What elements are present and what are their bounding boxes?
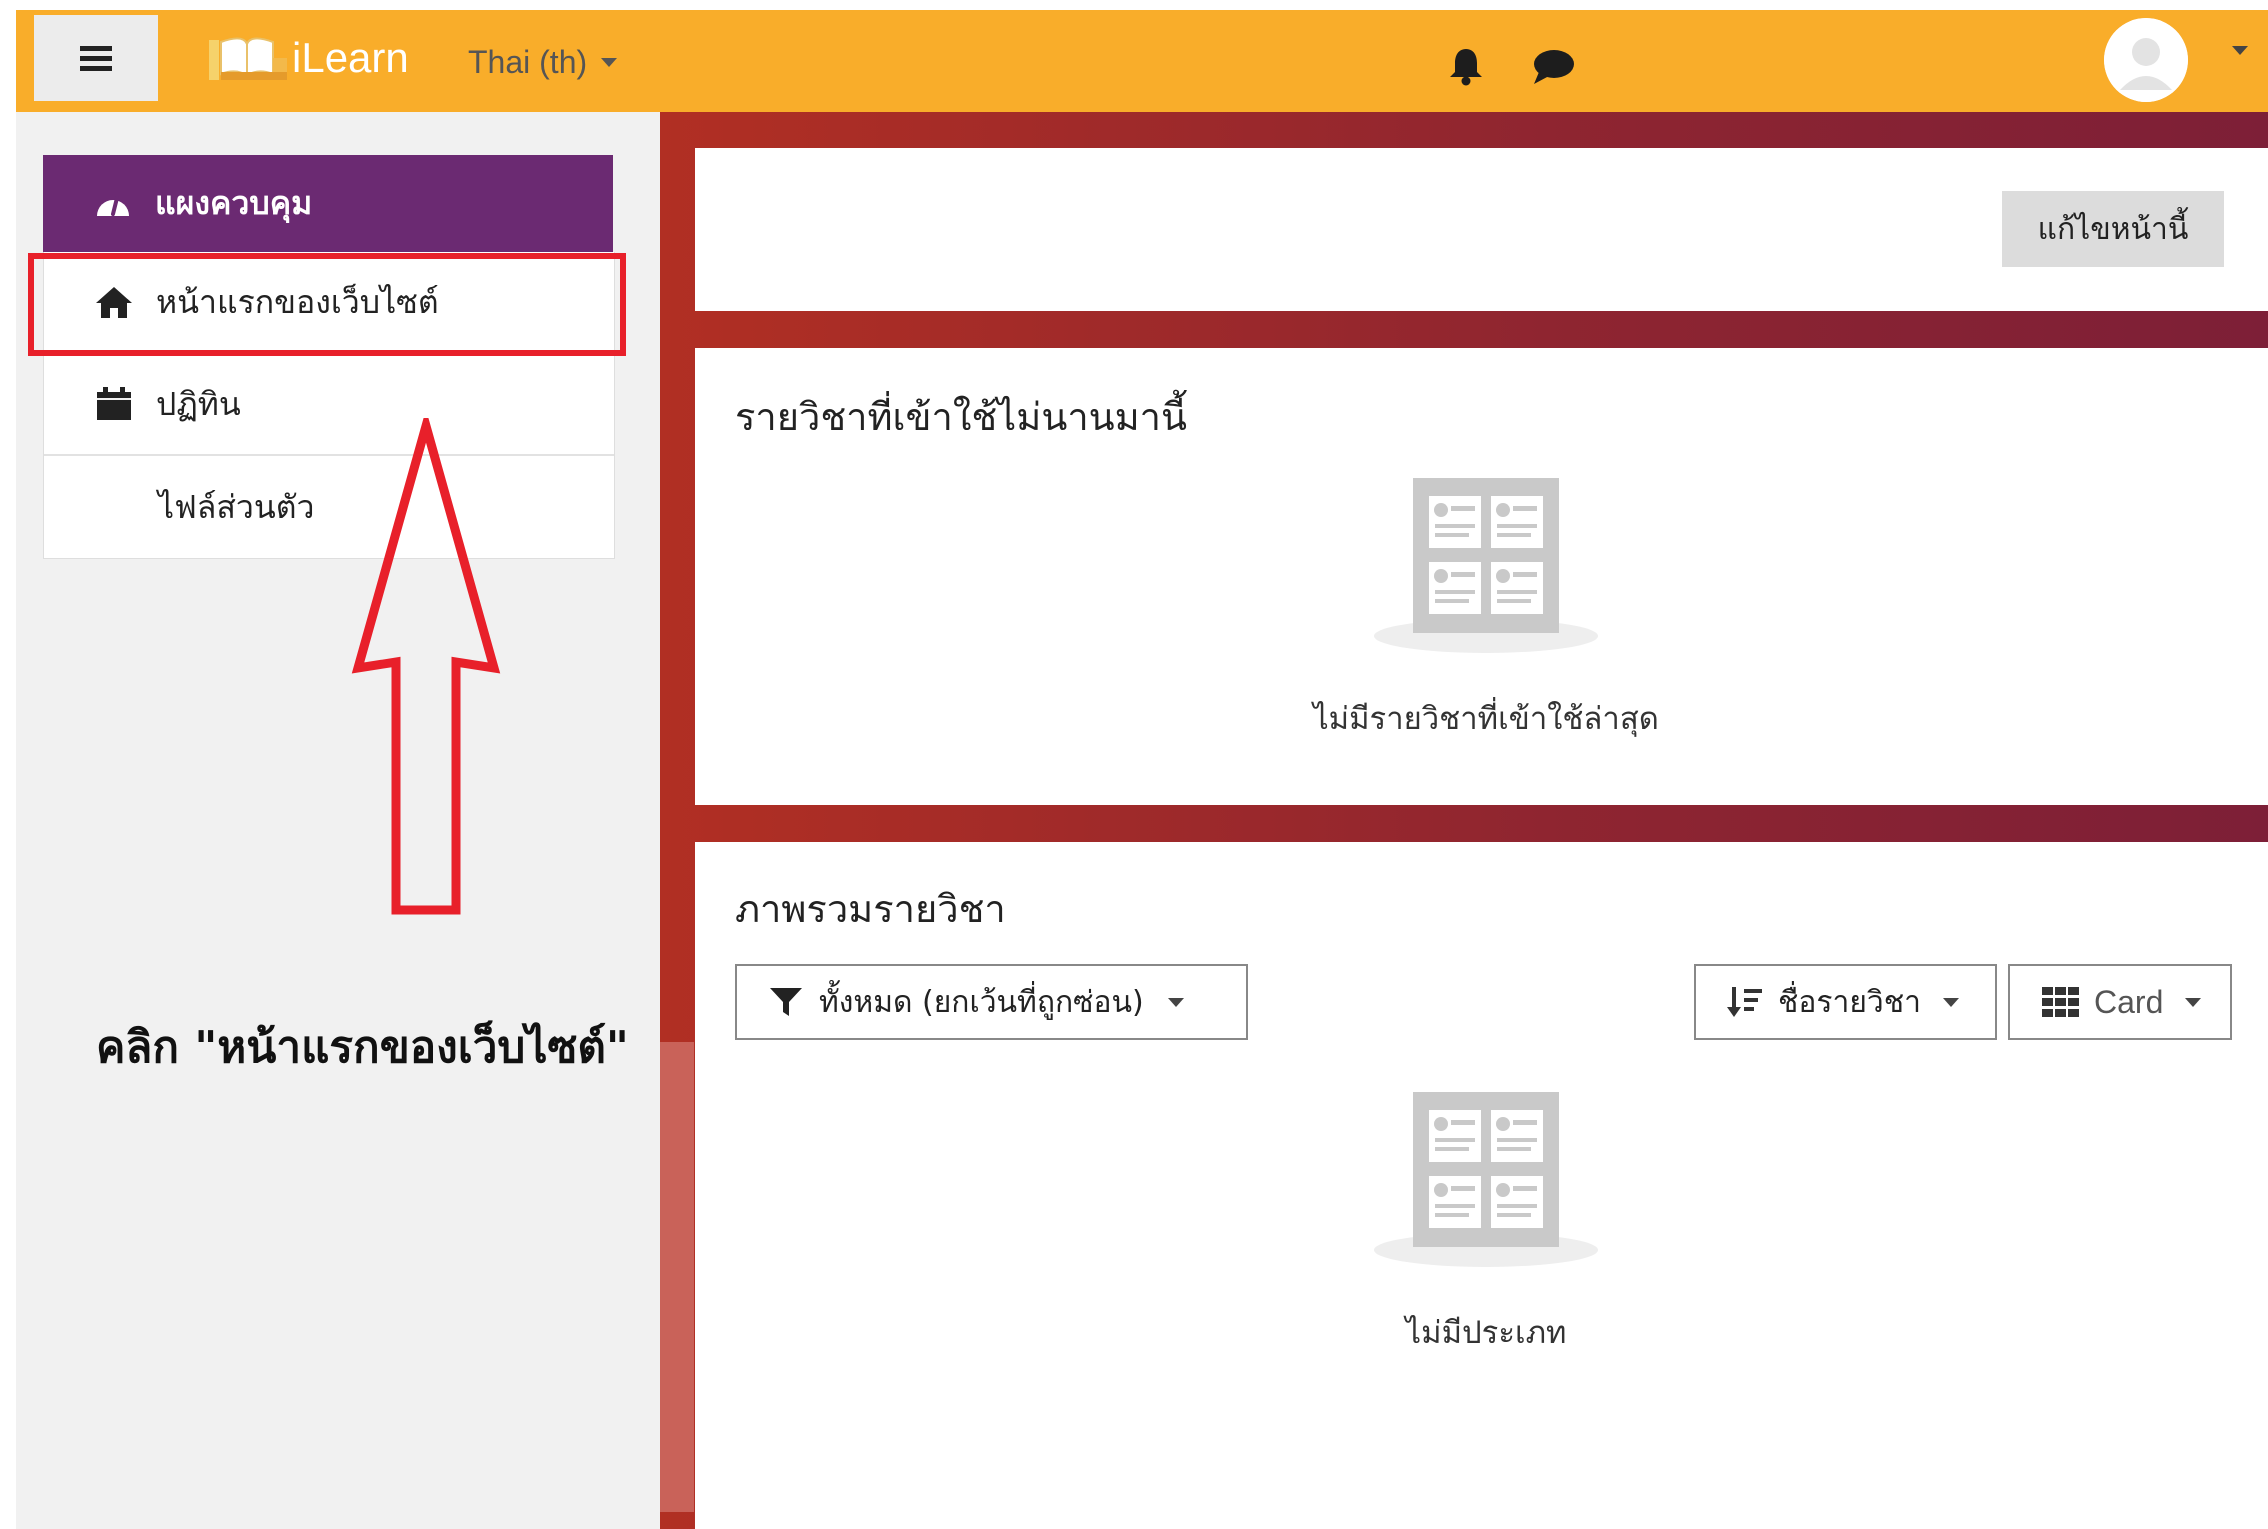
annotation-highlight-box	[28, 253, 626, 356]
user-avatar[interactable]	[2104, 18, 2188, 102]
annotation-arrow-up-icon	[351, 418, 501, 915]
course-overview-title: ภาพรวมรายวิชา	[735, 887, 1006, 931]
sidebar-item-calendar[interactable]: ปฏิทิน	[44, 354, 614, 456]
sidebar-item-private-files[interactable]: ไฟล์ส่วนตัว	[44, 456, 614, 558]
sidebar-item-label: ไฟล์ส่วนตัว	[158, 487, 315, 526]
language-selector[interactable]: Thai (th)	[468, 44, 618, 81]
hamburger-menu-button[interactable]	[34, 15, 158, 101]
recent-courses-block: รายวิชาที่เข้าใช้ไม่นานมานี้ ไม่มีรายวิช…	[695, 348, 2268, 805]
book-logo-icon[interactable]	[207, 32, 289, 82]
dashboard-gauge-icon	[97, 195, 129, 216]
course-view-dropdown[interactable]: Card	[2008, 964, 2232, 1040]
no-courses-illustration-icon	[1374, 1092, 1598, 1267]
course-overview-block: ภาพรวมรายวิชา ทั้งหมด (ยกเว้นที่ถูกซ่อน)…	[695, 842, 2268, 1529]
chevron-down-icon	[1167, 997, 1184, 1007]
sidebar-item-label: ปฏิทิน	[156, 384, 241, 423]
overview-empty-message: ไม่มีประเภท	[1405, 1315, 1567, 1351]
sort-label: ชื่อรายวิชา	[1778, 984, 1921, 1020]
chat-icon[interactable]	[1531, 48, 1575, 86]
filter-label: ทั้งหมด (ยกเว้นที่ถูกซ่อน)	[819, 984, 1144, 1020]
recent-courses-title: รายวิชาที่เข้าใช้ไม่นานมานี้	[735, 395, 1187, 439]
grid-view-icon	[2042, 987, 2079, 1017]
brand-name[interactable]: iLearn	[292, 34, 409, 82]
page-header-card: แก้ไขหน้านี้	[695, 148, 2268, 311]
sidebar-header-label: แผงควบคุม	[155, 184, 313, 222]
course-sort-dropdown[interactable]: ชื่อรายวิชา	[1694, 964, 1997, 1040]
navbar: iLearn Thai (th)	[16, 10, 2268, 112]
recent-empty-message: ไม่มีรายวิชาที่เข้าใช้ล่าสุด	[1313, 701, 1659, 737]
course-filter-dropdown[interactable]: ทั้งหมด (ยกเว้นที่ถูกซ่อน)	[735, 964, 1248, 1040]
chevron-down-icon	[2185, 997, 2202, 1007]
view-label: Card	[2094, 983, 2164, 1020]
no-courses-illustration-icon	[1374, 478, 1598, 653]
user-avatar-icon	[2104, 18, 2188, 102]
user-menu-chevron-icon[interactable]	[2232, 46, 2248, 55]
edit-page-button[interactable]: แก้ไขหน้านี้	[2002, 191, 2224, 267]
language-label: Thai (th)	[468, 44, 588, 80]
filter-icon	[770, 988, 802, 1016]
sidebar-item-dashboard[interactable]: แผงควบคุม	[43, 155, 613, 252]
calendar-icon	[97, 387, 131, 420]
chevron-down-icon	[1942, 997, 1959, 1007]
bell-icon[interactable]	[1447, 46, 1485, 86]
chevron-down-icon	[601, 58, 618, 67]
sort-icon	[1727, 987, 1762, 1017]
annotation-instruction-text: คลิก "หน้าแรกของเว็บไซต์"	[96, 1022, 629, 1073]
